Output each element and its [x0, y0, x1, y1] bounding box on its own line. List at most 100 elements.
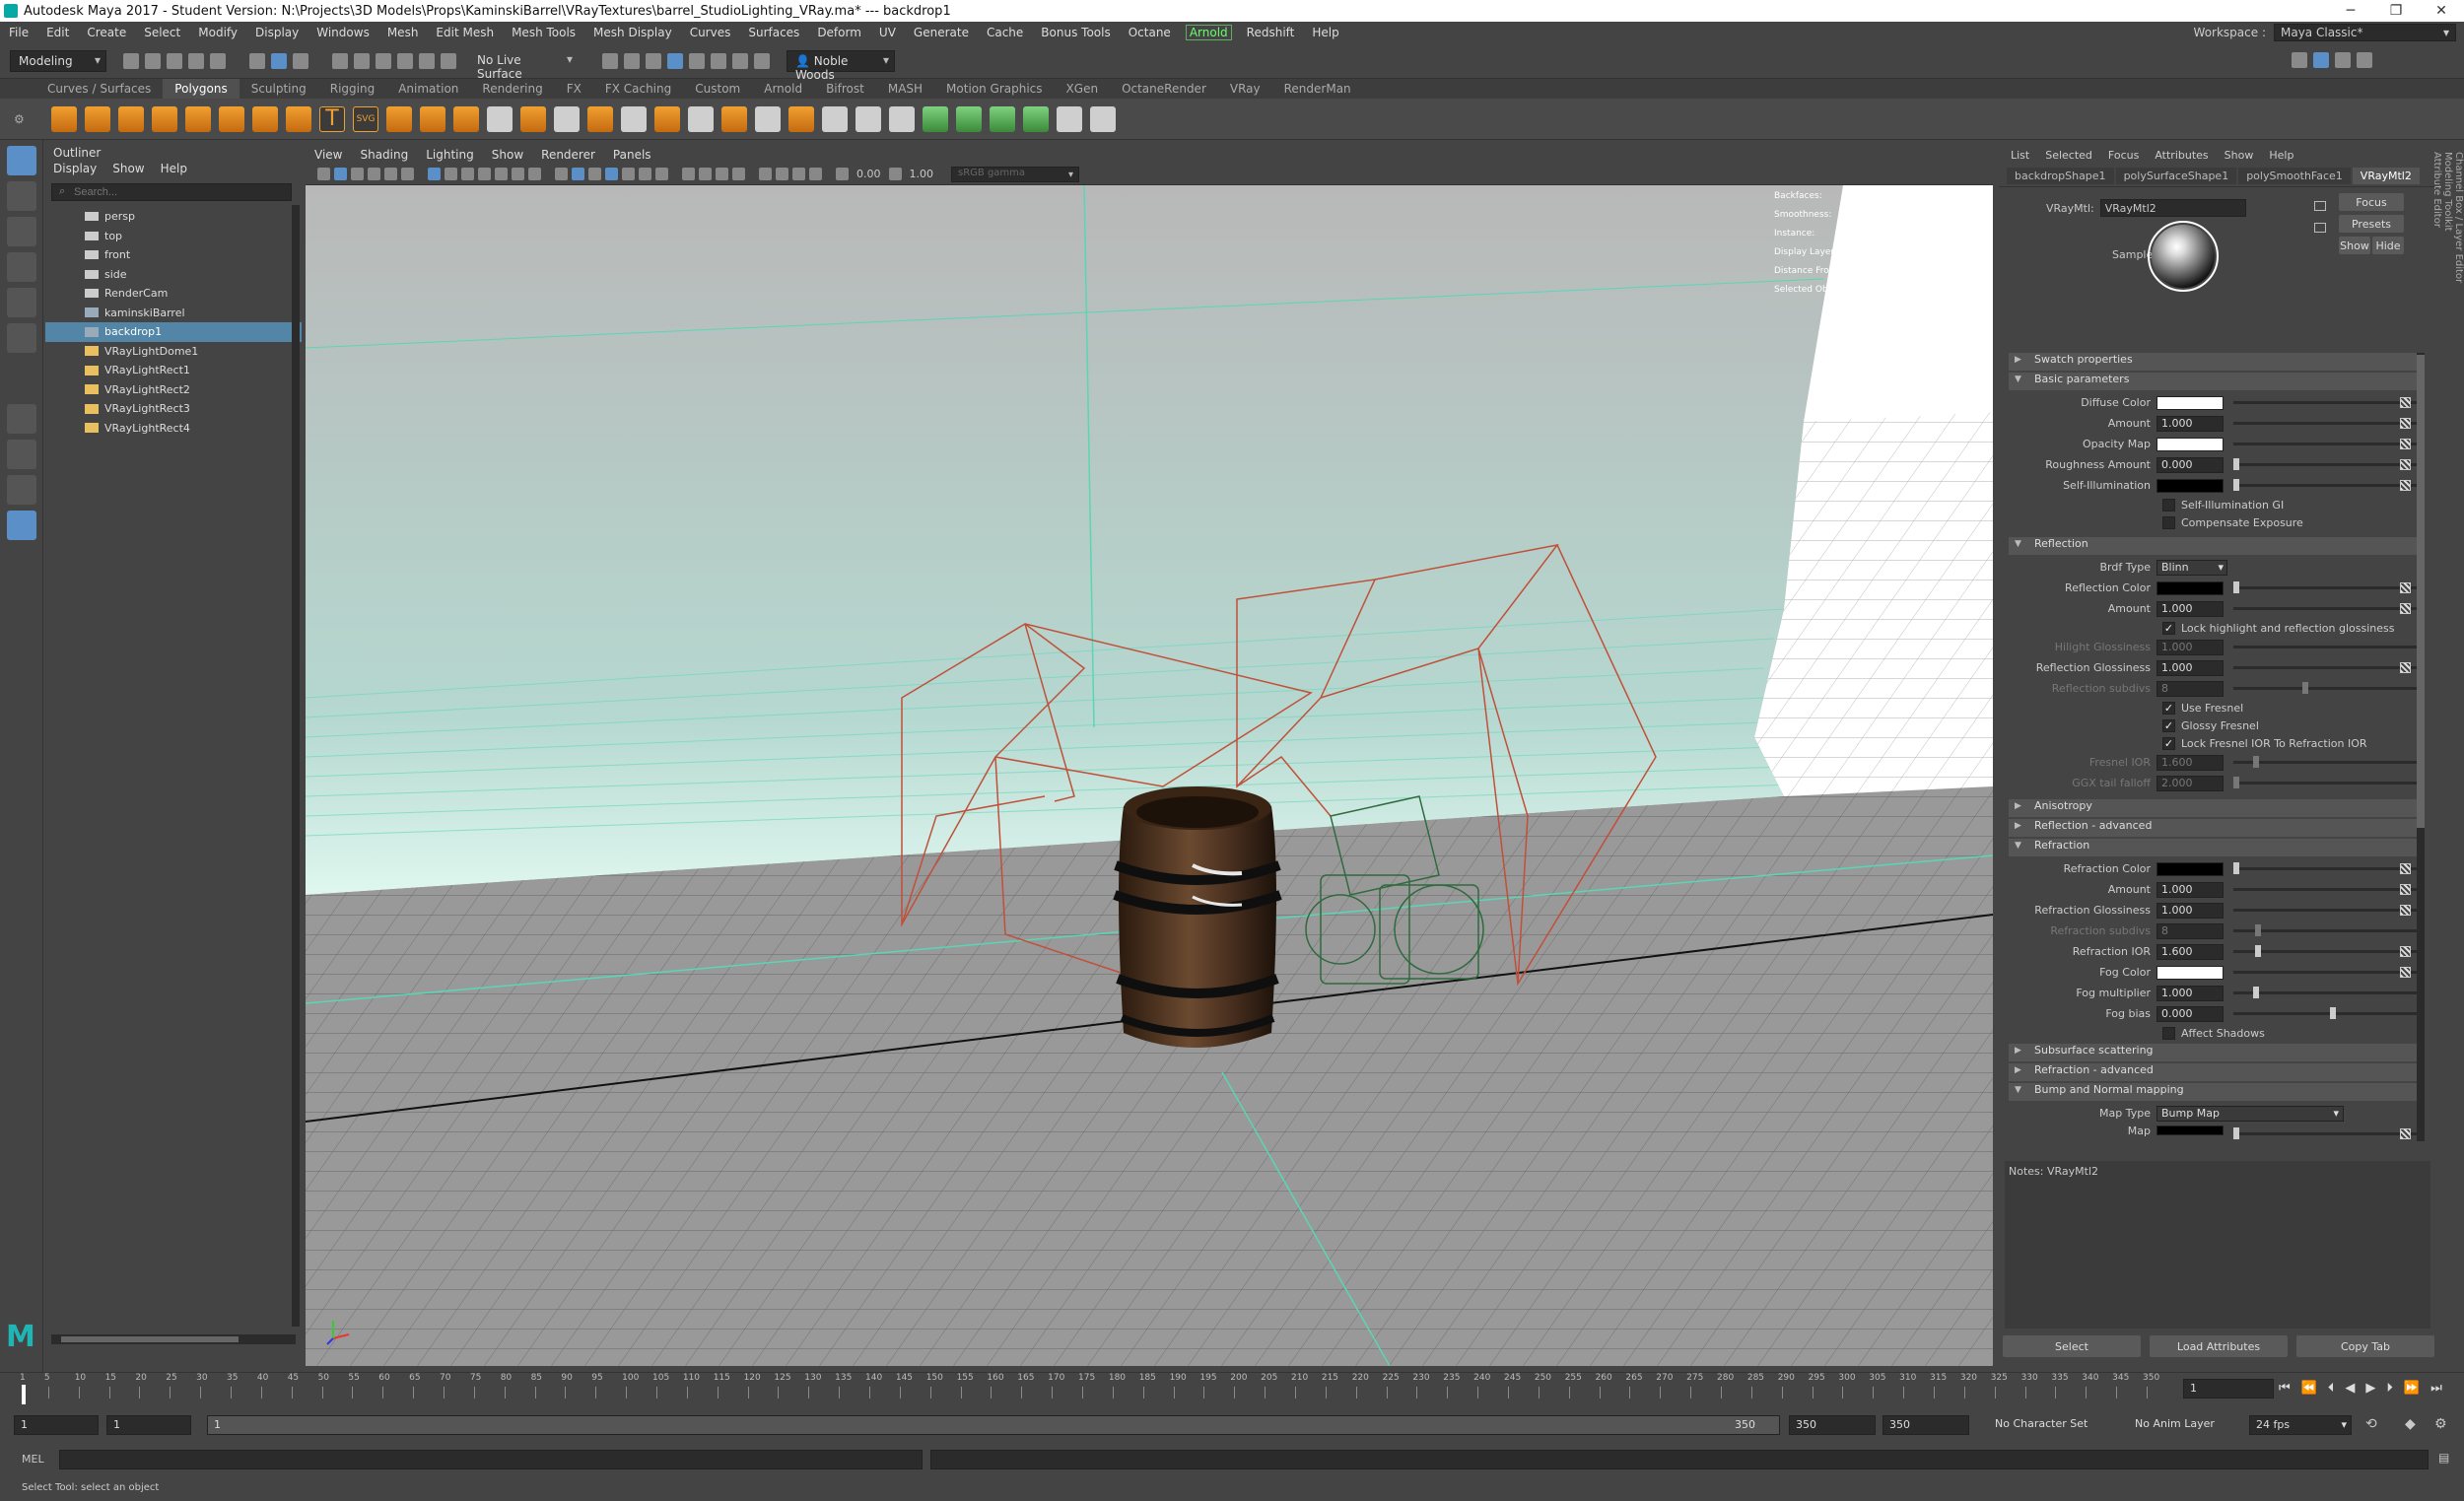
map-button-icon[interactable] [2400, 459, 2411, 470]
menu-deform[interactable]: Deform [808, 26, 870, 39]
time-slider[interactable]: 1 5 10 15 20 25 30 35 40 45 50 55 60 65 70 75 80 85 90 95 10… [0, 1372, 2464, 1405]
scene-end-field[interactable]: 350 [1882, 1415, 1969, 1435]
shelf-tab-fx-caching[interactable]: FX Caching [593, 79, 683, 99]
outliner-menu-display[interactable]: Display [53, 162, 97, 175]
motion-blur-icon[interactable] [699, 168, 712, 180]
map-button-icon[interactable] [2400, 439, 2411, 449]
reflection-glossiness-slider[interactable] [2233, 666, 2425, 669]
node-tab-polysurfaceshape1[interactable]: polySurfaceShape1 [2115, 168, 2237, 184]
attr-menu-help[interactable]: Help [2261, 149, 2301, 162]
notes-area[interactable]: Notes: VRayMtl2 [2005, 1161, 2430, 1329]
bevel-icon[interactable] [654, 105, 680, 132]
toggle-attribute-editor-icon[interactable] [2313, 52, 2329, 68]
amount-field[interactable]: 1.000 [2156, 415, 2224, 432]
outliner-item[interactable]: VRayLightDome1 [45, 342, 302, 362]
poly-sphere-icon[interactable] [51, 105, 77, 132]
film-gate-icon[interactable] [445, 168, 457, 180]
uv-editor-icon[interactable] [990, 105, 1015, 132]
bump-map-swatch[interactable] [2156, 1126, 2224, 1135]
shelf-options-icon[interactable]: ⚙ [14, 112, 28, 126]
compensate-checkbox[interactable] [2162, 515, 2175, 529]
snap-curve-icon[interactable] [354, 52, 370, 69]
exposure-value[interactable]: 0.00 [856, 168, 881, 180]
outliner-persp-layout-icon[interactable] [7, 475, 36, 505]
auto-uv-icon[interactable] [956, 105, 982, 132]
refraction-glossiness-field[interactable]: 1.000 [2156, 902, 2224, 919]
gate-mask-icon[interactable] [478, 168, 491, 180]
attr-menu-focus[interactable]: Focus [2100, 149, 2147, 162]
refraction-ior-slider[interactable] [2233, 945, 2425, 957]
menu-create[interactable]: Create [78, 26, 135, 39]
brdf-type-dropdown[interactable]: Blinn ▾ [2156, 559, 2227, 576]
extrude-icon[interactable] [587, 105, 613, 132]
menu-curves[interactable]: Curves [681, 26, 740, 39]
affect-shadows-checkbox[interactable] [2162, 1026, 2175, 1040]
pause-ipr-icon[interactable] [754, 52, 770, 69]
fps-dropdown[interactable]: 24 fps ▾ [2249, 1415, 2352, 1435]
select-button[interactable]: Select [2003, 1335, 2141, 1357]
vray-frame-buffer-icon[interactable] [732, 52, 748, 69]
roughness-slider[interactable] [2233, 458, 2425, 470]
menu-surfaces[interactable]: Surfaces [739, 26, 808, 39]
screen-space-ao-icon[interactable] [682, 168, 695, 180]
diffuse-color-slider[interactable] [2233, 401, 2425, 404]
bookmarks-icon[interactable] [351, 168, 364, 180]
viewport-scene[interactable] [306, 185, 1993, 1366]
menu-windows[interactable]: Windows [308, 26, 378, 39]
opacity-map-swatch[interactable] [2156, 437, 2224, 451]
toggle-channel-box-icon[interactable] [2357, 52, 2372, 68]
section-bump-normal[interactable]: Bump and Normal mapping [2009, 1083, 2425, 1101]
snap-surface-icon[interactable] [419, 52, 435, 69]
reflection-glossiness-field[interactable]: 1.000 [2156, 659, 2224, 676]
render-frame-icon[interactable] [624, 52, 640, 69]
select-tool-icon[interactable] [7, 146, 36, 175]
use-default-material-icon[interactable] [588, 168, 601, 180]
shelf-tab-arnold[interactable]: Arnold [752, 79, 814, 99]
refraction-color-slider[interactable] [2233, 862, 2425, 874]
safe-title-icon[interactable] [528, 168, 541, 180]
outliner-menu-show[interactable]: Show [112, 162, 144, 175]
menu-redshift[interactable]: Redshift [1238, 26, 1304, 39]
script-editor-icon[interactable]: ▤ [2438, 1451, 2449, 1465]
render-view-icon[interactable] [711, 52, 726, 69]
fog-bias-field[interactable]: 0.000 [2156, 1005, 2224, 1022]
use-fresnel-checkbox[interactable]: ✓ [2162, 701, 2175, 715]
delete-history-icon[interactable] [889, 105, 915, 132]
refraction-amount-slider[interactable] [2233, 888, 2425, 891]
outliner-item[interactable]: VRayLightRect3 [45, 399, 302, 419]
reflection-amount-slider[interactable] [2233, 607, 2425, 610]
play-backwards-icon[interactable]: ◀ [2345, 1381, 2355, 1396]
shelf-tab-renderman[interactable]: RenderMan [1272, 79, 1363, 99]
copy-tab-button[interactable]: Copy Tab [2296, 1335, 2434, 1357]
menu-bonus-tools[interactable]: Bonus Tools [1032, 26, 1119, 39]
outliner-item[interactable]: kaminskiBarrel [45, 304, 302, 323]
self-illum-gi-checkbox[interactable] [2162, 498, 2175, 512]
loop-icon[interactable]: ⟲ [2365, 1416, 2377, 1432]
open-scene-icon[interactable] [145, 52, 161, 69]
fog-color-slider[interactable] [2233, 971, 2425, 974]
menu-help[interactable]: Help [1303, 26, 1347, 39]
map-button-icon[interactable] [2400, 397, 2411, 408]
paint-select-tool-icon[interactable] [7, 217, 36, 246]
map-button-icon[interactable] [2400, 1128, 2411, 1139]
diffuse-color-swatch[interactable] [2156, 395, 2224, 410]
range-bar[interactable]: 1 350 [207, 1415, 1780, 1435]
section-reflection-advanced[interactable]: Reflection - advanced [2009, 819, 2425, 837]
camera-attributes-icon[interactable] [334, 168, 347, 180]
fog-multiplier-field[interactable]: 1.000 [2156, 985, 2224, 1001]
outliner-menu-help[interactable]: Help [161, 162, 187, 175]
scene-start-field[interactable]: 1 [14, 1415, 99, 1435]
glossy-fresnel-checkbox[interactable]: ✓ [2162, 718, 2175, 732]
outliner-item[interactable]: VRayLightRect2 [45, 380, 302, 400]
shelf-tab-polygons[interactable]: Polygons [163, 79, 240, 99]
command-input[interactable] [59, 1450, 923, 1469]
node-tab-polysmoothface1[interactable]: polySmoothFace1 [2238, 168, 2351, 184]
render-settings-icon[interactable] [667, 52, 683, 69]
poly-cube-icon[interactable] [85, 105, 110, 132]
ipr-render-icon[interactable] [646, 52, 661, 69]
lock-fresnel-ior-checkbox[interactable]: ✓ [2162, 736, 2175, 750]
refraction-amount-field[interactable]: 1.000 [2156, 881, 2224, 898]
target-weld-icon[interactable] [721, 105, 747, 132]
rotate-tool-icon[interactable] [7, 288, 36, 317]
roughness-field[interactable]: 0.000 [2156, 456, 2224, 473]
